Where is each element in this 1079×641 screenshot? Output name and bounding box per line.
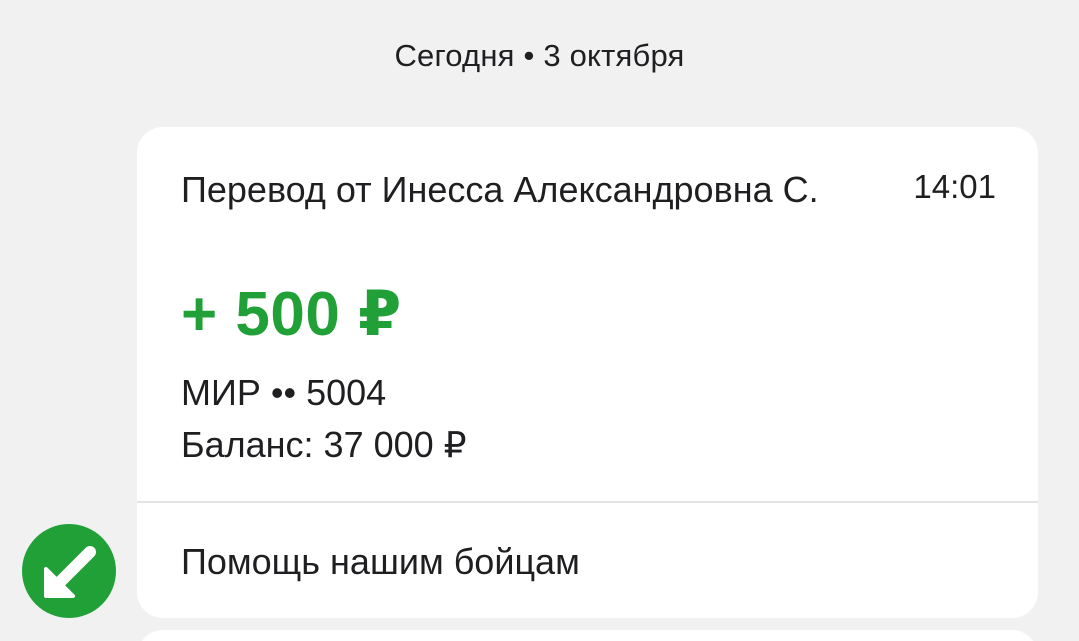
transaction-amount: + 500 ₽ (181, 280, 402, 349)
transaction-time: 14:01 (913, 168, 996, 205)
incoming-arrow-icon (44, 546, 96, 598)
next-transaction-card[interactable] (137, 630, 1038, 641)
divider (137, 501, 1038, 503)
transfer-message: Помощь нашим бойцам (181, 541, 580, 582)
date-header: Сегодня • 3 октября (394, 38, 685, 73)
transaction-card[interactable]: Перевод от Инесса Александровна С. 14:01… (137, 127, 1038, 618)
incoming-transfer-badge (22, 524, 116, 618)
card-account: МИР •• 5004 (181, 372, 387, 413)
account-balance: Баланс: 37 000 ₽ (181, 424, 467, 465)
transaction-title: Перевод от Инесса Александровна С. (181, 169, 819, 210)
